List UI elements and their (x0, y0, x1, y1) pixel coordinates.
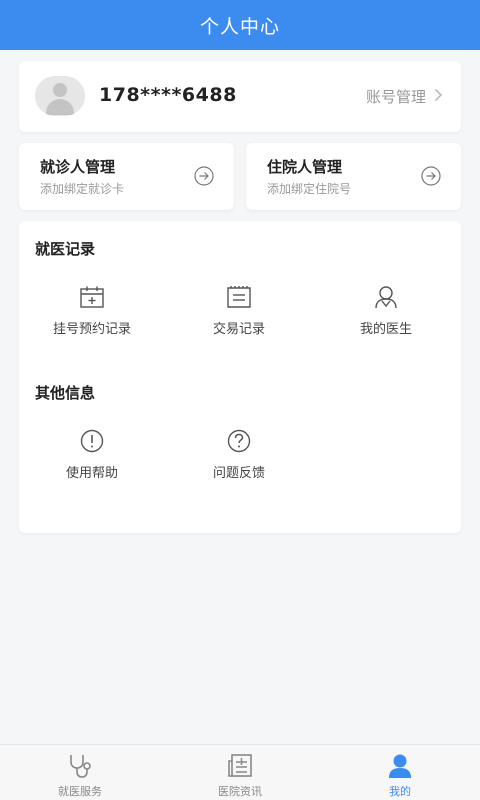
question-circle-icon (227, 429, 251, 453)
account-manage-label: 账号管理 (365, 88, 426, 106)
my-doctor-button[interactable]: 我的医生 (313, 285, 459, 337)
inpatient-manage-subtitle: 添加绑定住院号 (267, 182, 352, 196)
my-doctor-label: 我的医生 (359, 322, 412, 337)
account-manage-link[interactable]: 账号管理 (366, 86, 443, 107)
tab-hospital-news-label: 医院资讯 (218, 785, 262, 798)
appointment-records-button[interactable]: 挂号预约记录 (19, 285, 165, 337)
other-info-title: 其他信息 (35, 384, 96, 402)
news-icon (228, 754, 252, 777)
records-card: 就医记录 挂号预约记录 交易记录 我的医生 其他信息 使用帮助 问题反馈 (19, 221, 461, 533)
transaction-records-label: 交易记录 (212, 322, 265, 337)
avatar (35, 76, 85, 116)
account-card[interactable]: 178****6488 账号管理 (19, 61, 461, 132)
patient-manage-title: 就诊人管理 (40, 158, 116, 176)
calendar-icon (80, 286, 104, 308)
tab-medical-service[interactable]: 就医服务 (0, 745, 160, 800)
document-icon (227, 286, 251, 308)
tab-mine[interactable]: 我的 (320, 745, 480, 800)
arrow-circle-right-icon (421, 166, 441, 186)
appointment-records-label: 挂号预约记录 (52, 322, 131, 337)
inpatient-manage-title: 住院人管理 (267, 158, 343, 176)
patient-manage-subtitle: 添加绑定就诊卡 (40, 182, 125, 196)
feedback-button[interactable]: 问题反馈 (166, 429, 312, 481)
chevron-right-icon (434, 87, 443, 106)
phone-number: 178****6488 (99, 84, 237, 106)
user-icon (389, 754, 411, 778)
tab-hospital-news[interactable]: 医院资讯 (160, 745, 320, 800)
medical-records-title: 就医记录 (35, 240, 96, 258)
tab-bar: 就医服务 医院资讯 我的 (0, 744, 480, 800)
doctor-icon (375, 286, 397, 309)
tab-medical-service-label: 就医服务 (58, 785, 102, 798)
arrow-circle-right-icon (194, 166, 214, 186)
stethoscope-icon (70, 755, 91, 778)
help-button[interactable]: 使用帮助 (19, 429, 165, 481)
page-title-text: 个人中心 (199, 15, 280, 38)
tab-mine-label: 我的 (389, 785, 411, 798)
inpatient-manage-card[interactable]: 住院人管理 添加绑定住院号 (246, 143, 461, 210)
page-title: 个人中心 (0, 0, 480, 50)
help-label: 使用帮助 (65, 466, 118, 481)
feedback-label: 问题反馈 (212, 466, 265, 481)
exclamation-circle-icon (80, 429, 104, 453)
patient-manage-card[interactable]: 就诊人管理 添加绑定就诊卡 (19, 143, 234, 210)
transaction-records-button[interactable]: 交易记录 (166, 285, 312, 337)
